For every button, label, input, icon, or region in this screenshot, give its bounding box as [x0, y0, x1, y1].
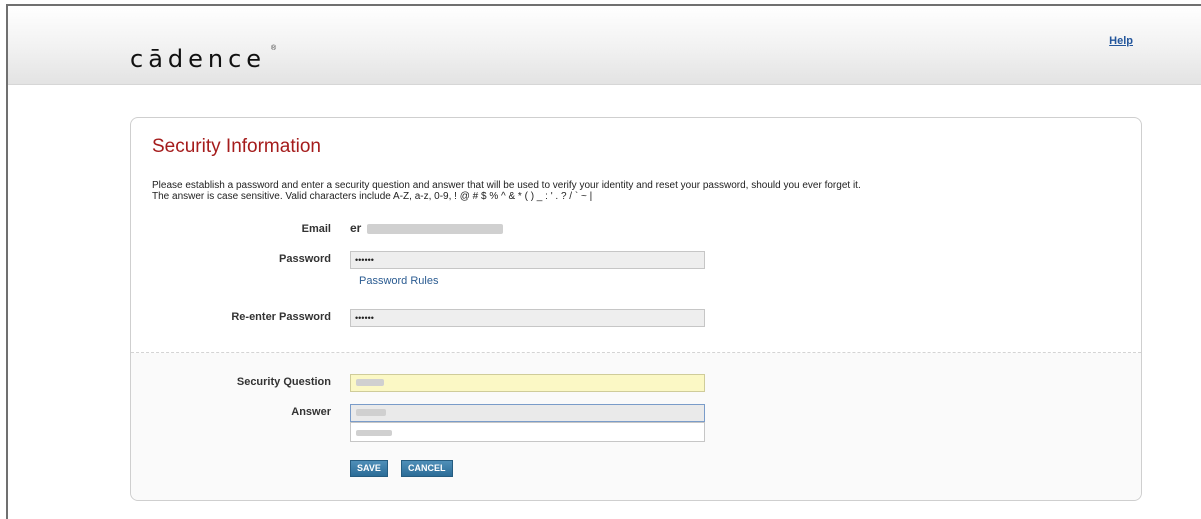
answer-redaction	[356, 409, 386, 416]
reenter-password-label: Re-enter Password	[231, 311, 331, 323]
email-value: er	[350, 221, 362, 235]
autocomplete-suggestion[interactable]	[350, 422, 705, 442]
page-title: Security Information	[152, 136, 321, 157]
intro-line-2: The answer is case sensitive. Valid char…	[152, 191, 593, 202]
security-info-panel: Security Information Please establish a …	[130, 117, 1142, 501]
reenter-password-field[interactable]	[350, 309, 705, 327]
intro-line-1: Please establish a password and enter a …	[152, 180, 861, 191]
question-redaction	[356, 379, 384, 386]
registered-mark: ®	[271, 45, 277, 52]
password-field[interactable]	[350, 251, 705, 269]
email-redaction	[367, 224, 503, 234]
page-header: cādence ® Help	[8, 6, 1201, 85]
cancel-button[interactable]: CANCEL	[401, 460, 453, 477]
security-question-label: Security Question	[236, 376, 331, 388]
cadence-logo: cādence	[130, 45, 267, 73]
password-rules-link[interactable]: Password Rules	[359, 275, 438, 287]
answer-label: Answer	[291, 406, 331, 418]
browser-frame: cādence ® Help Security Information Plea…	[6, 4, 1201, 519]
intro-text: Please establish a password and enter a …	[152, 180, 1132, 202]
password-label: Password	[279, 253, 331, 265]
email-label: Email	[301, 223, 331, 235]
answer-field[interactable]	[350, 404, 705, 422]
security-question-field[interactable]	[350, 374, 705, 392]
save-button[interactable]: SAVE	[350, 460, 388, 477]
help-link[interactable]: Help	[1109, 35, 1133, 47]
suggestion-redaction	[356, 430, 392, 436]
